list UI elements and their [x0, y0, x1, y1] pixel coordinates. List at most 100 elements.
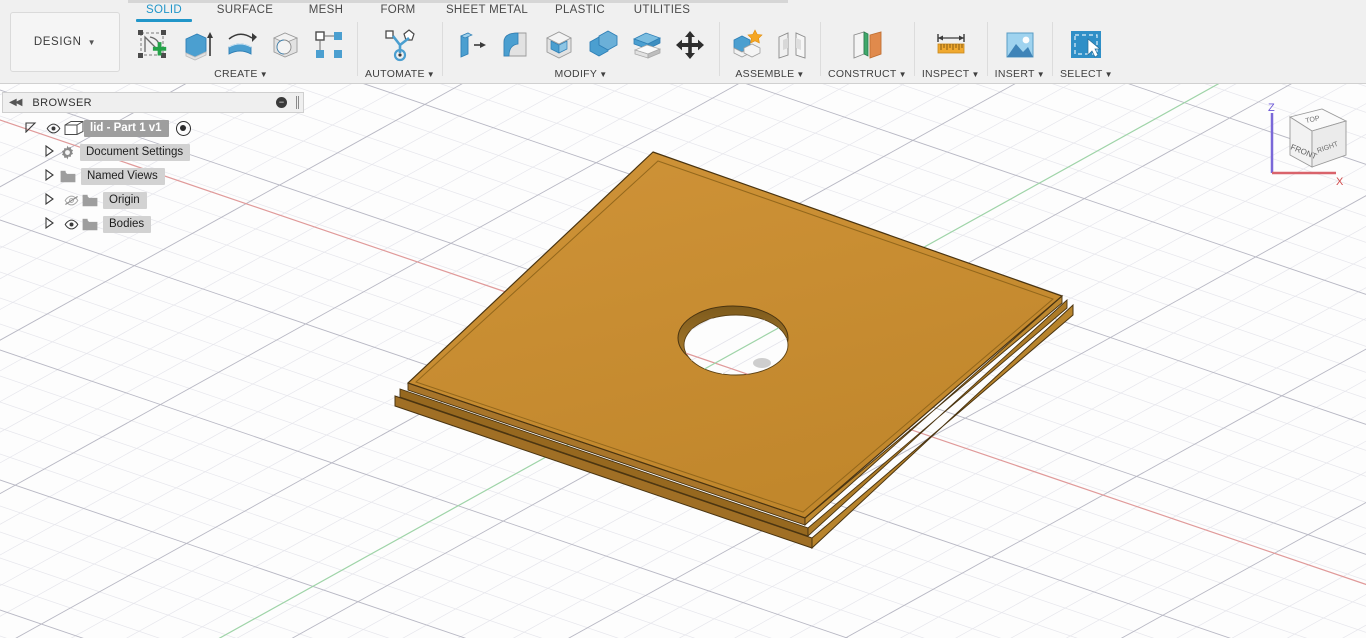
gear-icon: [60, 145, 75, 160]
select-window-icon[interactable]: [1065, 23, 1107, 67]
ribbon-group-label-text: MODIFY: [554, 68, 598, 80]
measure-icon[interactable]: [930, 23, 972, 67]
collapsed-twisty-icon[interactable]: [38, 192, 60, 207]
ribbon-tab-label: SOLID: [145, 4, 182, 16]
view-cube[interactable]: Z X TOP FRONT RIGHT: [1250, 95, 1354, 195]
ribbon-tab-sheet-metal[interactable]: SHEET METAL: [434, 0, 540, 22]
chevron-down-icon: ▼: [898, 70, 907, 79]
create-sketch-icon[interactable]: [132, 23, 174, 67]
ribbon-tab-mesh[interactable]: MESH: [290, 0, 362, 22]
ribbon-tab-form[interactable]: FORM: [362, 0, 434, 22]
ribbon-tab-label: FORM: [380, 4, 416, 16]
browser-panel: ◀◀ BROWSER − lid - Part 1 v1 Document Set…: [2, 92, 304, 236]
collapsed-twisty-icon[interactable]: [38, 216, 60, 231]
joint-icon[interactable]: [771, 23, 813, 67]
visibility-on-icon[interactable]: [60, 219, 82, 230]
ribbon-group-label-text: INSPECT: [921, 68, 970, 80]
ribbon-tab-label: SHEET METAL: [445, 4, 529, 16]
ribbon-group-label[interactable]: SELECT ▼: [1060, 68, 1113, 82]
visibility-off-icon[interactable]: [60, 195, 82, 206]
collapsed-twisty-icon[interactable]: [38, 144, 60, 159]
ribbon-tab-label: SURFACE: [216, 4, 274, 16]
minimize-icon[interactable]: −: [276, 97, 287, 108]
construct-plane-icon[interactable]: [846, 23, 888, 67]
ribbon-tab-surface[interactable]: SURFACE: [200, 0, 290, 22]
ribbon-group-icons: [450, 22, 712, 68]
ribbon-group-label[interactable]: AUTOMATE ▼: [365, 68, 435, 82]
ribbon-group-label-text: SELECT: [1060, 68, 1103, 80]
z-axis-label: Z: [1268, 102, 1275, 114]
chevron-down-icon: ▼: [87, 37, 97, 47]
ribbon-tab-plastic[interactable]: PLASTIC: [540, 0, 620, 22]
ribbon-group-select: SELECT ▼: [1056, 22, 1117, 84]
ribbon-group-icons: [727, 22, 813, 68]
insert-image-icon[interactable]: [999, 23, 1041, 67]
revolve-icon[interactable]: [220, 23, 262, 67]
ribbon-group-separator: [357, 22, 358, 76]
chevron-down-icon: ▼: [259, 70, 268, 79]
pattern-icon[interactable]: [308, 23, 350, 67]
ribbon-tab-bar: SOLID SURFACE MESH FORM SHEET METAL PLASTIC UT…: [128, 0, 704, 22]
folder-icon: [82, 218, 98, 231]
activate-component-radio[interactable]: [175, 120, 191, 136]
browser-item-label: Named Views: [81, 167, 165, 185]
browser-item-lid-part-1-v1[interactable]: lid - Part 1 v1: [2, 116, 304, 140]
offset-face-icon[interactable]: [626, 23, 668, 67]
ribbon-tab-utilities[interactable]: UTILITIES: [620, 0, 704, 22]
ribbon-group-label[interactable]: INSERT ▼: [995, 68, 1045, 82]
visibility-on-icon[interactable]: [42, 123, 64, 134]
chevron-down-icon: ▼: [426, 70, 435, 79]
ribbon-tab-label: UTILITIES: [633, 4, 691, 16]
ribbon-group-icons: [1065, 22, 1107, 68]
ribbon-groups: CREATE ▼ AUTOMATE ▼ MODIFY ▼ ASSEMBLE ▼ …: [128, 22, 1366, 84]
browser-panel-title: BROWSER: [32, 96, 93, 109]
ribbon-group-label-text: CREATE: [214, 68, 258, 80]
fusion360-window: Z X TOP FRONT RIGHT SOLID SURFACE MESH FORM…: [0, 0, 1366, 638]
folder-icon: [60, 170, 76, 183]
shell-icon[interactable]: [538, 23, 580, 67]
automate-icon[interactable]: [379, 23, 421, 67]
ribbon-group-label[interactable]: ASSEMBLE ▼: [735, 68, 804, 82]
browser-item-origin[interactable]: Origin: [2, 188, 304, 212]
browser-item-label: Bodies: [103, 215, 152, 233]
component-cube-icon: [64, 120, 84, 136]
ribbon-group-separator: [986, 22, 988, 76]
ribbon-group-automate: AUTOMATE ▼: [361, 22, 439, 84]
ribbon-tab-solid[interactable]: SOLID: [128, 0, 200, 22]
press-pull-icon[interactable]: [450, 23, 492, 67]
chevron-down-icon: ▼: [796, 70, 805, 79]
ribbon-group-icons: [999, 22, 1041, 68]
fillet-icon[interactable]: [494, 23, 536, 67]
browser-item-bodies[interactable]: Bodies: [2, 212, 304, 236]
hole-icon[interactable]: [264, 23, 306, 67]
ribbon-group-separator: [1052, 22, 1053, 76]
browser-item-label: Origin: [103, 191, 147, 209]
combine-icon[interactable]: [582, 23, 624, 67]
ribbon-toolbar: SOLID SURFACE MESH FORM SHEET METAL PLASTIC UT…: [0, 0, 1366, 84]
expanded-twisty-icon[interactable]: [20, 121, 42, 135]
move-copy-icon[interactable]: [670, 23, 712, 67]
collapse-panel-icon[interactable]: ◀◀: [9, 97, 22, 108]
extrude-icon[interactable]: [176, 23, 218, 67]
collapsed-twisty-icon[interactable]: [38, 168, 60, 183]
ribbon-group-label[interactable]: CREATE ▼: [214, 68, 268, 82]
browser-item-named-views[interactable]: Named Views: [2, 164, 304, 188]
ribbon-group-label-text: AUTOMATE: [365, 68, 425, 80]
ribbon-group-label[interactable]: CONSTRUCT ▼: [828, 68, 907, 82]
workspace-switcher-label: DESIGN: [33, 36, 82, 48]
ribbon-group-label[interactable]: MODIFY ▼: [555, 68, 608, 82]
ribbon-group-modify: MODIFY ▼: [446, 22, 716, 84]
chevron-down-icon: ▼: [971, 70, 980, 79]
browser-item-document-settings[interactable]: Document Settings: [2, 140, 304, 164]
browser-item-label: lid - Part 1 v1: [84, 119, 169, 137]
ribbon-group-label[interactable]: INSPECT ▼: [922, 68, 980, 82]
panel-resize-grip[interactable]: [296, 96, 299, 109]
chevron-down-icon: ▼: [1104, 70, 1113, 79]
ribbon-group-inspect: INSPECT ▼: [918, 22, 984, 84]
ribbon-group-construct: CONSTRUCT ▼: [824, 22, 911, 84]
ribbon-group-insert: INSERT ▼: [991, 22, 1049, 84]
ribbon-group-create: CREATE ▼: [128, 22, 354, 84]
new-component-icon[interactable]: [727, 23, 769, 67]
browser-panel-header[interactable]: ◀◀ BROWSER −: [2, 92, 304, 113]
workspace-switcher-button[interactable]: DESIGN ▼: [10, 12, 120, 72]
